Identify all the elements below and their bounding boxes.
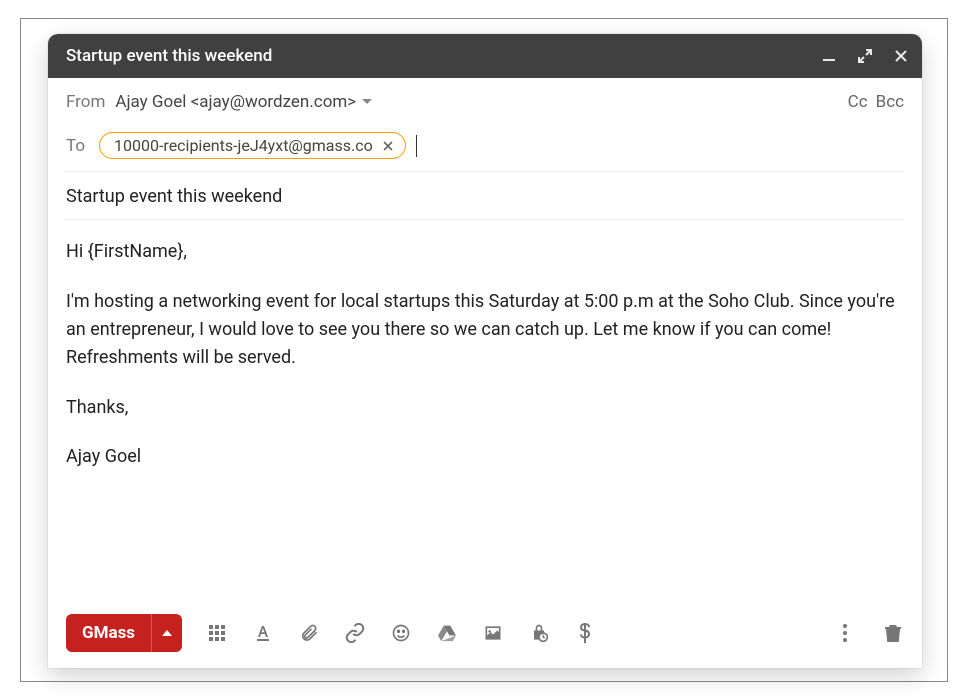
email-body[interactable]: Hi {FirstName}, I'm hosting a networking…	[66, 220, 904, 606]
body-signoff: Thanks,	[66, 394, 904, 422]
expand-icon[interactable]	[856, 47, 874, 65]
gmass-dropdown-button[interactable]	[151, 614, 182, 652]
header-title: Startup event this weekend	[66, 46, 820, 66]
drive-icon[interactable]	[436, 622, 458, 644]
gmass-button-group: GMass	[66, 614, 182, 652]
from-label: From	[66, 92, 105, 112]
body-para: I'm hosting a networking event for local…	[66, 288, 904, 372]
minimize-icon[interactable]	[820, 47, 838, 65]
trash-icon[interactable]	[882, 622, 904, 644]
confidential-icon[interactable]	[528, 622, 550, 644]
header-bar: Startup event this weekend	[48, 34, 922, 78]
compose-window: Startup event this weekend	[48, 34, 922, 668]
image-icon[interactable]	[482, 622, 504, 644]
attach-icon[interactable]	[298, 622, 320, 644]
body-greeting: Hi {FirstName},	[66, 238, 904, 266]
outer-frame: Startup event this weekend	[20, 18, 948, 682]
cc-bcc-group: Cc Bcc	[848, 92, 904, 112]
emoji-icon[interactable]	[390, 622, 412, 644]
recipient-chip-text: 10000-recipients-jeJ4yxt@gmass.co	[114, 136, 373, 155]
dollar-icon[interactable]	[574, 622, 596, 644]
to-label: To	[66, 136, 85, 156]
recipient-chip[interactable]: 10000-recipients-jeJ4yxt@gmass.co	[99, 132, 406, 159]
link-icon[interactable]	[344, 622, 366, 644]
from-value: Ajay Goel <ajay@wordzen.com>	[115, 92, 356, 112]
cc-button[interactable]: Cc	[848, 92, 868, 112]
header-controls	[820, 47, 910, 65]
from-row: From Ajay Goel <ajay@wordzen.com> Cc Bcc	[66, 78, 904, 126]
compose-toolbar: GMass	[48, 606, 922, 668]
more-options-icon[interactable]	[834, 622, 856, 644]
to-row[interactable]: To 10000-recipients-jeJ4yxt@gmass.co	[66, 126, 904, 172]
from-dropdown-icon[interactable]	[362, 99, 372, 105]
content-area: From Ajay Goel <ajay@wordzen.com> Cc Bcc…	[48, 78, 922, 606]
close-icon[interactable]	[892, 47, 910, 65]
body-signature: Ajay Goel	[66, 443, 904, 471]
apps-grid-icon[interactable]	[206, 622, 228, 644]
subject-input[interactable]: Startup event this weekend	[66, 172, 904, 220]
text-format-icon[interactable]	[252, 622, 274, 644]
chip-remove-icon[interactable]	[379, 137, 397, 155]
to-input-cursor	[416, 135, 417, 157]
toolbar-right	[834, 622, 904, 644]
bcc-button[interactable]: Bcc	[876, 92, 904, 112]
gmass-send-button[interactable]: GMass	[66, 614, 151, 652]
formatting-icons	[206, 622, 596, 644]
